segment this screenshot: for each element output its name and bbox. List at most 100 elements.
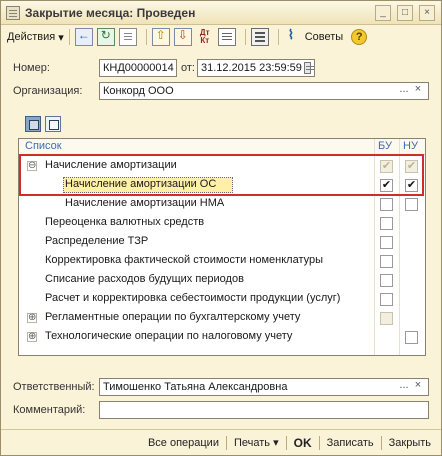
- chevron-down-icon: ▾: [58, 31, 64, 44]
- row-label: Распределение ТЗР: [45, 235, 149, 247]
- table-row[interactable]: Списание расходов будущих периодов: [19, 271, 425, 290]
- clear-x-icon[interactable]: ×: [411, 379, 425, 395]
- date-label: от:: [181, 62, 195, 74]
- tips-icon[interactable]: [284, 27, 302, 46]
- bu-checkbox[interactable]: [380, 293, 393, 306]
- select-ellipsis-button[interactable]: ...: [397, 379, 411, 395]
- close-button[interactable]: Закрыть: [385, 437, 435, 449]
- select-ellipsis-button[interactable]: ...: [397, 83, 411, 99]
- chevron-down-icon: ▾: [273, 437, 279, 449]
- table-row[interactable]: ⊕ Регламентные операции по бухгалтерскому…: [19, 309, 425, 328]
- organization-row: Организация: Конкорд ООО ... ×: [13, 82, 429, 100]
- document-icon: [6, 5, 20, 20]
- table-row[interactable]: Переоценка валютных средств: [19, 214, 425, 233]
- all-operations-button[interactable]: Все операции: [144, 437, 223, 449]
- table-row[interactable]: Начисление амортизации НМА: [19, 195, 425, 214]
- help-icon[interactable]: ?: [351, 29, 368, 45]
- date-field[interactable]: 31.12.2015 23:59:59: [196, 59, 315, 77]
- bottom-separator: [285, 435, 287, 450]
- bu-checkbox[interactable]: [380, 198, 393, 211]
- table-row[interactable]: ⊖ Начисление амортизации ✔ ✔: [19, 157, 425, 176]
- toolbar-separator: [244, 29, 246, 45]
- actions-menu[interactable]: Действия ▾: [7, 31, 64, 44]
- row-label: Списание расходов будущих периодов: [45, 273, 244, 285]
- comment-field[interactable]: [99, 401, 429, 419]
- responsible-label: Ответственный:: [13, 381, 95, 393]
- bu-checkbox[interactable]: [380, 236, 393, 249]
- window-title: Закрытие месяца: Проведен: [25, 5, 196, 20]
- ok-button[interactable]: OK: [290, 436, 316, 450]
- calendar-icon[interactable]: [303, 62, 314, 74]
- table-row[interactable]: Корректировка фактической стоимости номе…: [19, 252, 425, 271]
- row-label: Начисление амортизации ОС: [65, 178, 217, 190]
- expander-icon[interactable]: ⊖: [27, 161, 37, 171]
- organization-label: Организация:: [13, 85, 83, 97]
- expander-icon[interactable]: ⊕: [27, 332, 37, 342]
- list-controls: [25, 116, 61, 132]
- bu-checkbox[interactable]: [380, 255, 393, 268]
- table-row[interactable]: Начисление амортизации ОС ✔ ✔: [19, 176, 425, 195]
- row-label: Начисление амортизации НМА: [65, 197, 225, 209]
- toolbar-separator: [68, 29, 70, 45]
- minimize-button[interactable]: _: [375, 5, 391, 21]
- bu-checkbox[interactable]: [380, 274, 393, 287]
- bu-checkbox: ✔: [380, 160, 393, 173]
- report-icon[interactable]: [217, 28, 236, 46]
- refresh-icon[interactable]: [96, 28, 115, 46]
- print-button[interactable]: Печать ▾: [230, 436, 283, 449]
- nu-checkbox[interactable]: [405, 198, 418, 211]
- organization-field[interactable]: Конкорд ООО ... ×: [99, 82, 429, 100]
- number-label: Номер:: [13, 62, 50, 74]
- check-all-icon[interactable]: [25, 116, 41, 132]
- actions-label: Действия: [7, 31, 56, 43]
- row-label: Корректировка фактической стоимости номе…: [45, 254, 324, 266]
- bottom-separator: [318, 435, 320, 450]
- bu-checkbox[interactable]: ✔: [380, 179, 393, 192]
- table-row[interactable]: Расчет и корректировка себестоимости про…: [19, 290, 425, 309]
- bottom-separator: [225, 435, 227, 450]
- row-label: Начисление амортизации: [45, 159, 177, 171]
- organization-value: Конкорд ООО: [103, 85, 174, 97]
- row-label: Переоценка валютных средств: [45, 216, 205, 228]
- nu-checkbox[interactable]: ✔: [405, 179, 418, 192]
- date-value: 31.12.2015 23:59:59: [200, 62, 302, 74]
- window-controls: _ □ ×: [375, 5, 435, 21]
- header-list: Список: [25, 140, 62, 152]
- save-button[interactable]: Записать: [323, 437, 378, 449]
- responsible-row: Ответственный: Тимошенко Татьяна Алексан…: [13, 378, 429, 396]
- nu-checkbox: ✔: [405, 160, 418, 173]
- expander-icon[interactable]: ⊕: [27, 313, 37, 323]
- close-window-button[interactable]: ×: [419, 5, 435, 21]
- nu-checkbox[interactable]: [405, 331, 418, 344]
- maximize-button[interactable]: □: [397, 5, 413, 21]
- comment-label: Комментарий:: [13, 404, 86, 416]
- toolbar-separator: [277, 29, 279, 45]
- clear-x-icon[interactable]: ×: [411, 83, 425, 99]
- structure-icon[interactable]: [250, 28, 269, 46]
- dtkt-icon[interactable]: Дт Кт: [196, 28, 214, 46]
- row-label: Регламентные операции по бухгалтерскому …: [45, 311, 301, 323]
- unpost-document-icon[interactable]: [173, 28, 192, 46]
- row-label: Технологические операции по налоговому у…: [45, 330, 293, 342]
- tips-label[interactable]: Советы: [305, 31, 343, 43]
- header-bu: БУ: [378, 140, 392, 152]
- toolbar-separator: [145, 29, 147, 45]
- bottom-bar: Все операции Печать ▾ OK Записать Закрыт…: [1, 429, 441, 455]
- responsible-value: Тимошенко Татьяна Александровна: [103, 381, 288, 393]
- table-row[interactable]: Распределение ТЗР: [19, 233, 425, 252]
- uncheck-all-icon[interactable]: [45, 116, 61, 132]
- bu-checkbox[interactable]: [380, 217, 393, 230]
- row-label: Расчет и корректировка себестоимости про…: [45, 292, 341, 304]
- number-row: Номер: КНД00000014 от: 31.12.2015 23:59:…: [13, 59, 315, 77]
- table-header: Список БУ НУ: [19, 139, 425, 155]
- print-label: Печать: [233, 437, 271, 449]
- post-document-icon[interactable]: [151, 28, 170, 46]
- document-window: Закрытие месяца: Проведен _ □ × Действия…: [0, 0, 442, 456]
- responsible-field[interactable]: Тимошенко Татьяна Александровна ... ×: [99, 378, 429, 396]
- back-arrow-icon[interactable]: [74, 28, 93, 46]
- toolbar: Действия ▾ Дт Кт Советы ?: [1, 26, 441, 48]
- copy-document-icon[interactable]: [118, 28, 137, 46]
- table-row[interactable]: ⊕ Технологические операции по налоговому …: [19, 328, 425, 347]
- comment-row: Комментарий:: [13, 401, 429, 419]
- number-field[interactable]: КНД00000014: [99, 59, 177, 77]
